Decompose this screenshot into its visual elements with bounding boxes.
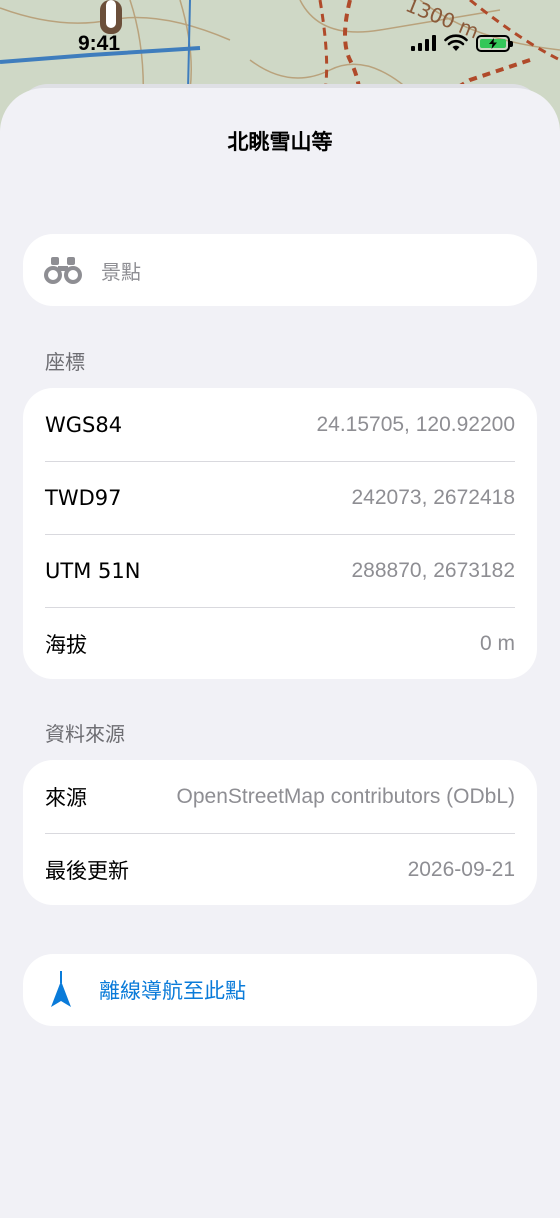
battery-charging-icon	[476, 34, 513, 52]
coordinate-row-elevation[interactable]: 海拔 0 m	[23, 607, 537, 680]
status-bar: 9:41	[0, 0, 560, 90]
navigate-label: 離線導航至此點	[99, 979, 246, 1003]
data-source-header: 資料來源	[45, 722, 125, 746]
coordinates-card: WGS84 24.15705, 120.92200 TWD97 242073, …	[23, 388, 537, 679]
row-key: 來源	[45, 785, 87, 810]
category-card: 景點	[23, 234, 537, 306]
row-value: 288870, 2673182	[351, 558, 516, 582]
offline-navigate-button[interactable]: 離線導航至此點	[23, 954, 537, 1026]
cellular-signal-icon	[411, 35, 436, 51]
data-source-card: 來源 OpenStreetMap contributors (ODbL) 最後更…	[23, 760, 537, 905]
row-value: 242073, 2672418	[351, 485, 516, 509]
wifi-icon	[444, 34, 468, 51]
row-value: 24.15705, 120.92200	[316, 412, 515, 436]
row-key: 最後更新	[45, 858, 129, 883]
status-time: 9:41	[78, 32, 121, 55]
row-value: OpenStreetMap contributors (ODbL)	[176, 784, 515, 808]
row-value: 0 m	[479, 631, 515, 655]
coordinates-header: 座標	[45, 350, 85, 374]
status-icons	[411, 34, 513, 52]
row-key: UTM 51N	[45, 558, 141, 583]
detail-sheet: 北眺雪山等 景點 座標 WGS84 24.15705, 120.92200 TW…	[0, 88, 560, 1218]
coordinate-row-wgs84[interactable]: WGS84 24.15705, 120.92200	[23, 388, 537, 461]
row-value: 2026-09-21	[407, 857, 515, 881]
row-key: 海拔	[45, 632, 87, 657]
coordinate-row-twd97[interactable]: TWD97 242073, 2672418	[23, 461, 537, 534]
last-updated-row[interactable]: 最後更新 2026-09-21	[23, 833, 537, 906]
binoculars-icon	[44, 257, 82, 284]
coordinate-row-utm[interactable]: UTM 51N 288870, 2673182	[23, 534, 537, 607]
row-key: WGS84	[45, 412, 123, 437]
navigation-arrow-icon	[51, 971, 71, 1007]
category-label: 景點	[101, 259, 141, 284]
sheet-title: 北眺雪山等	[227, 130, 333, 154]
source-row[interactable]: 來源 OpenStreetMap contributors (ODbL)	[23, 760, 537, 833]
row-key: TWD97	[45, 485, 122, 510]
